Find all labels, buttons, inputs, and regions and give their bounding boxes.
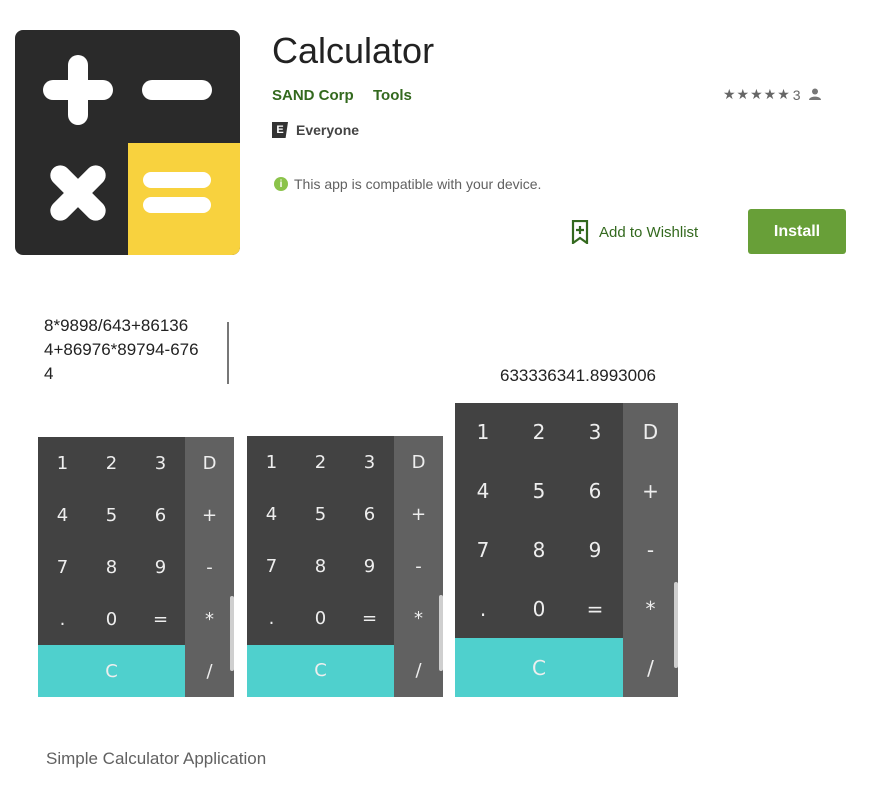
equals-icon-top	[143, 172, 211, 188]
app-title: Calculator	[272, 30, 435, 71]
key-*[interactable]: *	[185, 593, 234, 645]
compatibility-notice: i This app is compatible with your devic…	[274, 176, 541, 192]
text-cursor	[227, 322, 229, 384]
key-2[interactable]: 2	[87, 437, 136, 489]
key-1[interactable]: 1	[38, 437, 87, 489]
category-link[interactable]: Tools	[373, 87, 412, 104]
key-9[interactable]: 9	[136, 541, 185, 593]
esrb-everyone-icon: E	[272, 122, 288, 138]
key-1[interactable]: 1	[455, 403, 511, 462]
key-3[interactable]: 3	[136, 437, 185, 489]
key-0[interactable]: 0	[511, 579, 567, 638]
key-6[interactable]: 6	[345, 488, 394, 540]
key-D[interactable]: D	[394, 436, 443, 488]
install-button[interactable]: Install	[748, 209, 846, 254]
key-4[interactable]: 4	[38, 489, 87, 541]
key-3[interactable]: 3	[567, 403, 623, 462]
key-7[interactable]: 7	[38, 541, 87, 593]
key-8[interactable]: 8	[87, 541, 136, 593]
key-.[interactable]: .	[455, 579, 511, 638]
key-6[interactable]: 6	[567, 462, 623, 521]
key-+[interactable]: +	[394, 488, 443, 540]
key-D[interactable]: D	[185, 437, 234, 489]
key-0[interactable]: 0	[296, 593, 345, 645]
key-.[interactable]: .	[38, 593, 87, 645]
minus-icon	[142, 80, 212, 100]
compatibility-text: This app is compatible with your device.	[294, 176, 542, 192]
key--[interactable]: -	[623, 521, 678, 580]
developer-link[interactable]: SAND Corp	[272, 87, 354, 104]
plus-icon-v	[68, 55, 88, 125]
key--[interactable]: -	[394, 540, 443, 592]
key-5[interactable]: 5	[87, 489, 136, 541]
screenshot-expression: 8*9898/643+86136 4+86976*89794-676 4	[44, 316, 199, 383]
key-=[interactable]: =	[567, 579, 623, 638]
key-3[interactable]: 3	[345, 436, 394, 488]
key-2[interactable]: 2	[296, 436, 345, 488]
key-4[interactable]: 4	[247, 488, 296, 540]
app-description: Simple Calculator Application	[46, 749, 267, 768]
key-.[interactable]: .	[247, 593, 296, 645]
key-/[interactable]: /	[185, 645, 234, 697]
key-5[interactable]: 5	[296, 488, 345, 540]
key-1[interactable]: 1	[247, 436, 296, 488]
screenshot-1[interactable]: 1 2 3 D 4 5 6 +7 8 9-. 0 = * C /	[38, 437, 234, 697]
key-4[interactable]: 4	[455, 462, 511, 521]
key-0[interactable]: 0	[87, 593, 136, 645]
person-icon	[808, 87, 821, 103]
key-+[interactable]: +	[623, 462, 678, 521]
key-7[interactable]: 7	[247, 540, 296, 592]
add-to-wishlist-button[interactable]: Add to Wishlist	[571, 220, 698, 244]
info-icon: i	[274, 177, 288, 191]
content-rating: E Everyone	[272, 122, 359, 138]
key-8[interactable]: 8	[511, 521, 567, 580]
key-=[interactable]: =	[345, 593, 394, 645]
app-icon	[15, 30, 240, 255]
bookmark-add-icon	[571, 220, 589, 244]
key--[interactable]: -	[185, 541, 234, 593]
screenshot-2[interactable]: 1 2 3 D 4 5 6 +7 8 9-. 0 = * C /	[247, 436, 443, 697]
rating: ★★★★★ 3	[723, 86, 821, 103]
key-*[interactable]: *	[623, 579, 678, 638]
content-rating-label: Everyone	[296, 122, 360, 138]
screenshot-3[interactable]: 1 2 3 D 4 5 6 +7 8 9-. 0 = * C /	[455, 403, 678, 697]
key-C[interactable]: C	[455, 638, 623, 697]
key-=[interactable]: =	[136, 593, 185, 645]
key-8[interactable]: 8	[296, 540, 345, 592]
wishlist-label: Add to Wishlist	[599, 223, 699, 241]
key-9[interactable]: 9	[567, 521, 623, 580]
key-+[interactable]: +	[185, 489, 234, 541]
screenshot-result: 633336341.8993006	[500, 366, 656, 385]
equals-icon-bottom	[143, 197, 211, 213]
key-/[interactable]: /	[394, 645, 443, 697]
key-/[interactable]: /	[623, 638, 678, 697]
star-rating-icon: ★★★★★	[723, 86, 791, 102]
key-2[interactable]: 2	[511, 403, 567, 462]
key-*[interactable]: *	[394, 593, 443, 645]
rating-count: 3	[792, 86, 801, 103]
key-6[interactable]: 6	[136, 489, 185, 541]
key-D[interactable]: D	[623, 403, 678, 462]
key-5[interactable]: 5	[511, 462, 567, 521]
key-7[interactable]: 7	[455, 521, 511, 580]
key-C[interactable]: C	[247, 645, 394, 697]
key-C[interactable]: C	[38, 645, 185, 697]
key-9[interactable]: 9	[345, 540, 394, 592]
